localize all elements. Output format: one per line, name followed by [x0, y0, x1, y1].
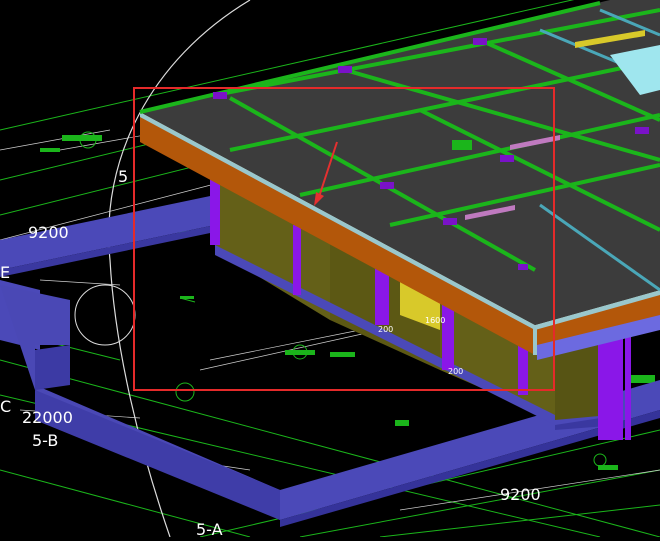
axis-e-label: E: [0, 263, 10, 282]
axis-5b-label: 5-B: [32, 431, 58, 450]
dim-1600: 1600: [425, 316, 445, 325]
small-element: [452, 140, 472, 150]
dim-9200-bottom: 9200: [500, 485, 541, 504]
dim-200-b: 200: [448, 367, 463, 376]
model-canvas[interactable]: 9200 E C 22000 5-B 9200 5-A 5 200 200 16…: [0, 0, 660, 539]
axis-c-label: C: [0, 397, 11, 416]
cad-viewport[interactable]: 9200 E C 22000 5-B 9200 5-A 5 200 200 16…: [0, 0, 660, 539]
dim-200-a: 200: [378, 325, 393, 334]
axis-5a-label: 5-A: [196, 520, 223, 537]
dim-9200-top: 9200: [28, 223, 69, 242]
dim-22000: 22000: [22, 408, 73, 427]
dim-5-label: 5: [118, 167, 128, 186]
